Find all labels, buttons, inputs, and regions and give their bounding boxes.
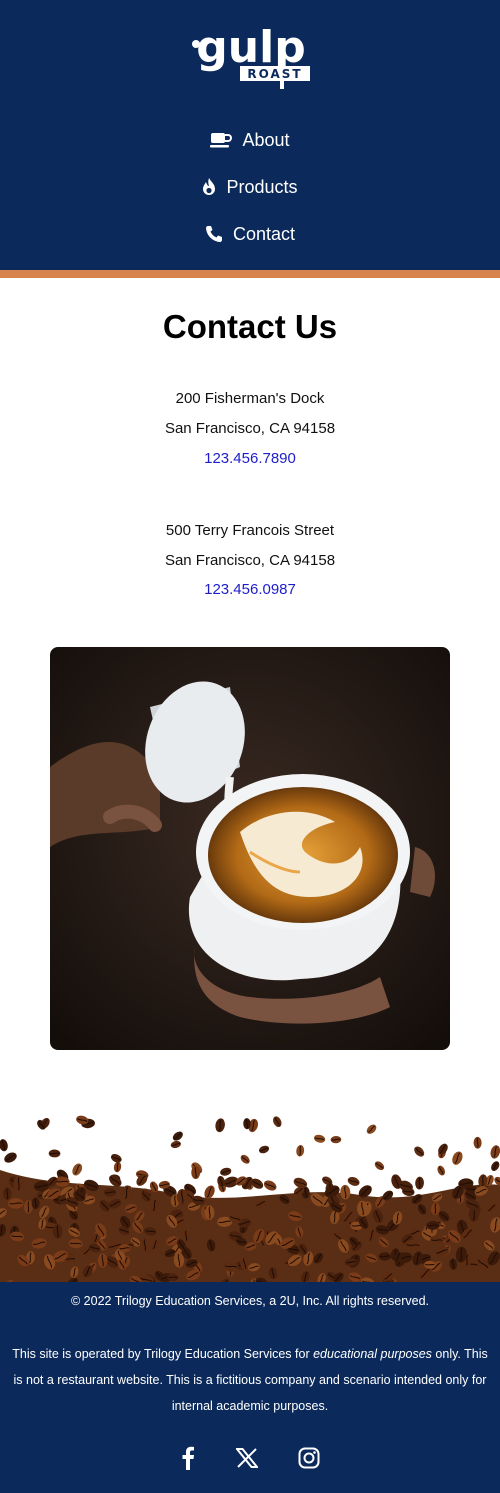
latte-art-photo xyxy=(50,647,450,1050)
nav-products[interactable]: Products xyxy=(0,169,500,205)
nav-contact-label: Contact xyxy=(232,223,296,244)
site-header: gulp ROAST About Products Contact xyxy=(0,0,500,270)
nav-products-label: Products xyxy=(226,176,298,197)
location-1-street: 200 Fisherman's Dock xyxy=(175,390,325,407)
phone-icon xyxy=(205,226,222,242)
nav-about[interactable]: About xyxy=(0,122,500,158)
disclaimer-text: This site is operated by Trilogy Educati… xyxy=(10,1341,490,1419)
location-2-phone-row: 123.456.0987 xyxy=(0,581,500,598)
logo-main-text: gulp xyxy=(196,22,305,73)
disclaimer-part-1: This site is operated by Trilogy Educati… xyxy=(12,1347,314,1361)
facebook-icon[interactable] xyxy=(176,1446,200,1470)
nav-about-label: About xyxy=(242,129,290,150)
coffee-beans-border xyxy=(0,1100,500,1282)
fire-icon xyxy=(203,178,216,195)
location-2-street: 500 Terry Francois Street xyxy=(165,522,335,539)
page-title: Contact Us xyxy=(162,308,338,345)
site-footer: © 2022 Trilogy Education Services, a 2U,… xyxy=(0,1282,500,1493)
location-2-city: San Francisco, CA 94158 xyxy=(164,552,336,569)
coffee-cup-icon xyxy=(210,133,233,148)
location-1-phone-link[interactable]: 123.456.7890 xyxy=(204,450,296,467)
x-icon[interactable] xyxy=(235,1446,259,1470)
header-accent-stripe xyxy=(0,270,500,278)
disclaimer-emphasis: educational purposes xyxy=(313,1347,432,1361)
logo-sub-text: ROAST xyxy=(247,67,302,81)
location-1-city: San Francisco, CA 94158 xyxy=(164,420,336,437)
gulp-roast-logo[interactable]: gulp ROAST xyxy=(188,20,314,94)
instagram-icon[interactable] xyxy=(297,1446,321,1470)
location-2-phone-link[interactable]: 123.456.0987 xyxy=(204,581,296,598)
copyright-text: © 2022 Trilogy Education Services, a 2U,… xyxy=(71,1294,429,1308)
location-1-phone-row: 123.456.7890 xyxy=(0,450,500,467)
nav-contact[interactable]: Contact xyxy=(0,216,500,252)
